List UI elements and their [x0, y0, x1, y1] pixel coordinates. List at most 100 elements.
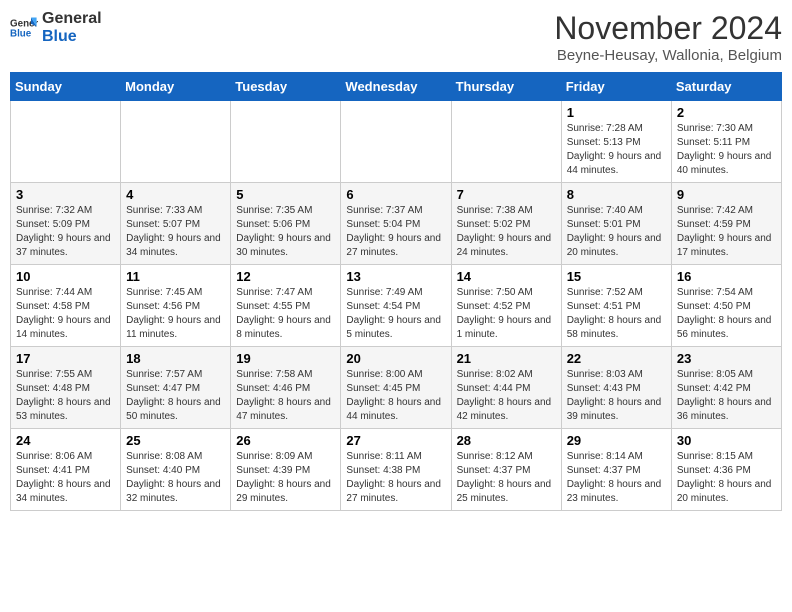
calendar-cell — [231, 101, 341, 183]
day-number: 22 — [567, 351, 666, 366]
day-info: Sunrise: 7:55 AM Sunset: 4:48 PM Dayligh… — [16, 368, 115, 424]
day-number: 13 — [346, 269, 445, 284]
logo-blue-text: Blue — [42, 28, 102, 46]
calendar-cell: 11 Sunrise: 7:45 AM Sunset: 4:56 PM Dayli… — [121, 265, 231, 347]
day-info: Sunrise: 7:28 AM Sunset: 5:13 PM Dayligh… — [567, 122, 666, 178]
logo-icon: General Blue — [10, 14, 38, 42]
day-number: 27 — [346, 433, 445, 448]
calendar-cell: 3 Sunrise: 7:32 AM Sunset: 5:09 PM Daylig… — [11, 183, 121, 265]
location-subtitle: Beyne-Heusay, Wallonia, Belgium — [554, 47, 782, 64]
calendar-cell: 26Sunrise: 8:09 AM Sunset: 4:39 PM Dayli… — [231, 429, 341, 511]
weekday-header-wednesday: Wednesday — [341, 73, 451, 101]
day-info: Sunrise: 7:38 AM Sunset: 5:02 PM Dayligh… — [457, 204, 556, 260]
day-info: Sunrise: 7:40 AM Sunset: 5:01 PM Dayligh… — [567, 204, 666, 260]
day-number: 17 — [16, 351, 115, 366]
calendar-cell: 19 Sunrise: 7:58 AM Sunset: 4:46 PM Dayli… — [231, 347, 341, 429]
day-number: 30 — [677, 433, 776, 448]
day-info: Sunrise: 7:30 AM Sunset: 5:11 PM Dayligh… — [677, 122, 776, 178]
day-info: Sunrise: 8:03 AM Sunset: 4:43 PM Dayligh… — [567, 368, 666, 424]
calendar-cell: 2 Sunrise: 7:30 AM Sunset: 5:11 PM Daylig… — [671, 101, 781, 183]
calendar-week-2: 3 Sunrise: 7:32 AM Sunset: 5:09 PM Daylig… — [11, 183, 782, 265]
day-number: 6 — [346, 187, 445, 202]
day-info: Sunrise: 7:44 AM Sunset: 4:58 PM Dayligh… — [16, 286, 115, 342]
calendar-week-4: 17 Sunrise: 7:55 AM Sunset: 4:48 PM Dayli… — [11, 347, 782, 429]
calendar-cell: 4 Sunrise: 7:33 AM Sunset: 5:07 PM Daylig… — [121, 183, 231, 265]
calendar-cell: 21 Sunrise: 8:02 AM Sunset: 4:44 PM Dayli… — [451, 347, 561, 429]
day-info: Sunrise: 7:54 AM Sunset: 4:50 PM Dayligh… — [677, 286, 776, 342]
calendar-cell: 24Sunrise: 8:06 AM Sunset: 4:41 PM Dayli… — [11, 429, 121, 511]
calendar-cell: 8Sunrise: 7:40 AM Sunset: 5:01 PM Daylig… — [561, 183, 671, 265]
day-info: Sunrise: 7:58 AM Sunset: 4:46 PM Dayligh… — [236, 368, 335, 424]
calendar-cell: 6 Sunrise: 7:37 AM Sunset: 5:04 PM Daylig… — [341, 183, 451, 265]
day-number: 29 — [567, 433, 666, 448]
day-number: 19 — [236, 351, 335, 366]
day-info: Sunrise: 8:06 AM Sunset: 4:41 PM Dayligh… — [16, 450, 115, 506]
calendar-cell: 14Sunrise: 7:50 AM Sunset: 4:52 PM Dayli… — [451, 265, 561, 347]
day-info: Sunrise: 7:45 AM Sunset: 4:56 PM Dayligh… — [126, 286, 225, 342]
calendar-cell: 28 Sunrise: 8:12 AM Sunset: 4:37 PM Dayli… — [451, 429, 561, 511]
day-number: 1 — [567, 105, 666, 120]
day-info: Sunrise: 8:02 AM Sunset: 4:44 PM Dayligh… — [457, 368, 556, 424]
day-info: Sunrise: 7:42 AM Sunset: 4:59 PM Dayligh… — [677, 204, 776, 260]
calendar-cell: 1 Sunrise: 7:28 AM Sunset: 5:13 PM Daylig… — [561, 101, 671, 183]
calendar-week-5: 24Sunrise: 8:06 AM Sunset: 4:41 PM Dayli… — [11, 429, 782, 511]
calendar-cell: 5Sunrise: 7:35 AM Sunset: 5:06 PM Daylig… — [231, 183, 341, 265]
weekday-header-friday: Friday — [561, 73, 671, 101]
day-number: 15 — [567, 269, 666, 284]
calendar-cell: 10Sunrise: 7:44 AM Sunset: 4:58 PM Dayli… — [11, 265, 121, 347]
day-info: Sunrise: 8:08 AM Sunset: 4:40 PM Dayligh… — [126, 450, 225, 506]
calendar-cell: 27Sunrise: 8:11 AM Sunset: 4:38 PM Dayli… — [341, 429, 451, 511]
day-info: Sunrise: 7:52 AM Sunset: 4:51 PM Dayligh… — [567, 286, 666, 342]
day-number: 5 — [236, 187, 335, 202]
day-info: Sunrise: 7:33 AM Sunset: 5:07 PM Dayligh… — [126, 204, 225, 260]
calendar-cell: 23 Sunrise: 8:05 AM Sunset: 4:42 PM Dayli… — [671, 347, 781, 429]
weekday-header-saturday: Saturday — [671, 73, 781, 101]
day-number: 28 — [457, 433, 556, 448]
calendar-cell: 7Sunrise: 7:38 AM Sunset: 5:02 PM Daylig… — [451, 183, 561, 265]
calendar-table: SundayMondayTuesdayWednesdayThursdayFrid… — [10, 72, 782, 511]
svg-text:Blue: Blue — [10, 28, 32, 39]
day-info: Sunrise: 8:15 AM Sunset: 4:36 PM Dayligh… — [677, 450, 776, 506]
day-info: Sunrise: 7:32 AM Sunset: 5:09 PM Dayligh… — [16, 204, 115, 260]
calendar-cell — [11, 101, 121, 183]
day-number: 26 — [236, 433, 335, 448]
day-info: Sunrise: 7:47 AM Sunset: 4:55 PM Dayligh… — [236, 286, 335, 342]
logo: General Blue General Blue — [10, 10, 102, 45]
day-number: 9 — [677, 187, 776, 202]
calendar-cell: 20 Sunrise: 8:00 AM Sunset: 4:45 PM Dayli… — [341, 347, 451, 429]
day-info: Sunrise: 8:12 AM Sunset: 4:37 PM Dayligh… — [457, 450, 556, 506]
weekday-header-monday: Monday — [121, 73, 231, 101]
calendar-cell: 12Sunrise: 7:47 AM Sunset: 4:55 PM Dayli… — [231, 265, 341, 347]
calendar-cell: 16 Sunrise: 7:54 AM Sunset: 4:50 PM Dayli… — [671, 265, 781, 347]
calendar-cell — [341, 101, 451, 183]
calendar-cell: 25Sunrise: 8:08 AM Sunset: 4:40 PM Dayli… — [121, 429, 231, 511]
page-header: General Blue General Blue November 2024 … — [10, 10, 782, 64]
calendar-week-1: 1 Sunrise: 7:28 AM Sunset: 5:13 PM Daylig… — [11, 101, 782, 183]
day-info: Sunrise: 7:37 AM Sunset: 5:04 PM Dayligh… — [346, 204, 445, 260]
day-number: 16 — [677, 269, 776, 284]
day-number: 21 — [457, 351, 556, 366]
calendar-cell — [121, 101, 231, 183]
weekday-header-thursday: Thursday — [451, 73, 561, 101]
weekday-header-row: SundayMondayTuesdayWednesdayThursdayFrid… — [11, 73, 782, 101]
calendar-cell: 18Sunrise: 7:57 AM Sunset: 4:47 PM Dayli… — [121, 347, 231, 429]
month-year-title: November 2024 — [554, 10, 782, 47]
day-info: Sunrise: 7:49 AM Sunset: 4:54 PM Dayligh… — [346, 286, 445, 342]
day-number: 3 — [16, 187, 115, 202]
day-number: 14 — [457, 269, 556, 284]
day-number: 4 — [126, 187, 225, 202]
day-info: Sunrise: 8:00 AM Sunset: 4:45 PM Dayligh… — [346, 368, 445, 424]
day-info: Sunrise: 7:57 AM Sunset: 4:47 PM Dayligh… — [126, 368, 225, 424]
day-info: Sunrise: 8:05 AM Sunset: 4:42 PM Dayligh… — [677, 368, 776, 424]
calendar-cell: 9 Sunrise: 7:42 AM Sunset: 4:59 PM Daylig… — [671, 183, 781, 265]
weekday-header-sunday: Sunday — [11, 73, 121, 101]
weekday-header-tuesday: Tuesday — [231, 73, 341, 101]
calendar-cell — [451, 101, 561, 183]
title-section: November 2024 Beyne-Heusay, Wallonia, Be… — [554, 10, 782, 64]
day-number: 11 — [126, 269, 225, 284]
day-number: 2 — [677, 105, 776, 120]
day-number: 23 — [677, 351, 776, 366]
calendar-cell: 22 Sunrise: 8:03 AM Sunset: 4:43 PM Dayli… — [561, 347, 671, 429]
calendar-cell: 29Sunrise: 8:14 AM Sunset: 4:37 PM Dayli… — [561, 429, 671, 511]
day-number: 20 — [346, 351, 445, 366]
